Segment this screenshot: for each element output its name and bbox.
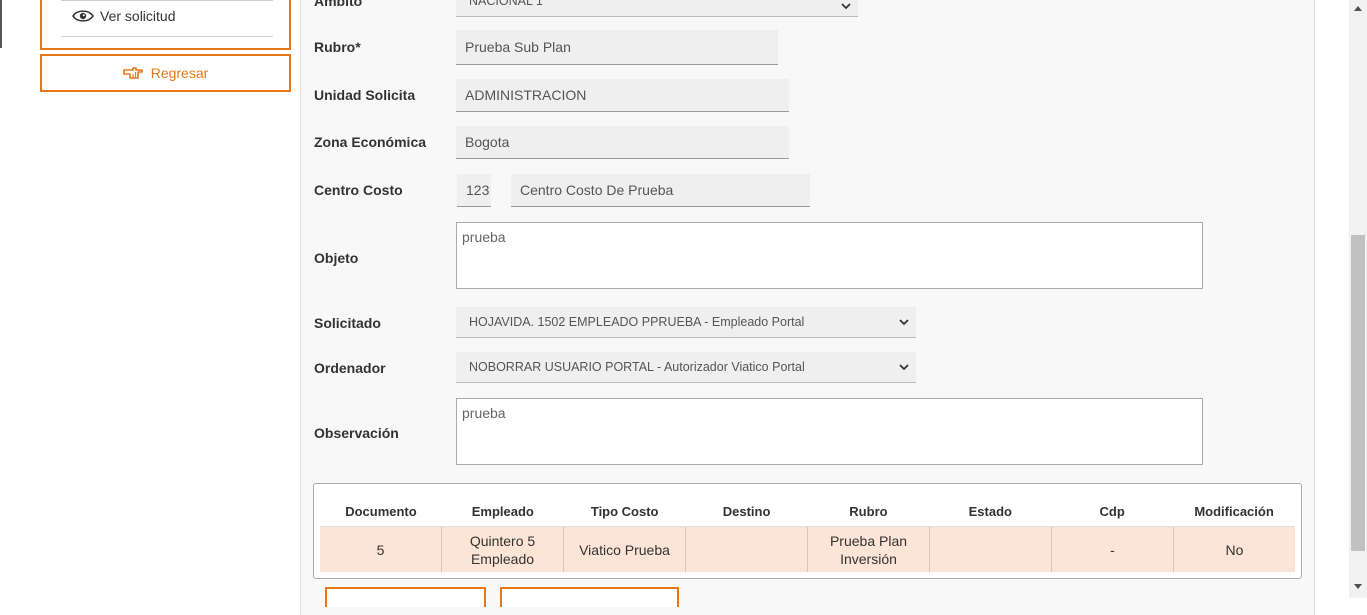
bottom-action-button[interactable]: [500, 587, 679, 607]
sidebar-actions-box: Ver solicitud: [40, 0, 291, 50]
cell-modificacion: No: [1225, 541, 1244, 558]
rubro-value: Prueba Sub Plan: [465, 39, 571, 55]
regresar-label: Regresar: [150, 65, 209, 81]
column-header-cdp[interactable]: Cdp: [1051, 497, 1174, 527]
cell-cdp: -: [1052, 527, 1174, 572]
window-edge: [0, 0, 2, 48]
cell-rubro: Prueba Plan Inversión: [808, 527, 930, 572]
centro-costo-code-field[interactable]: 123: [457, 174, 491, 207]
eye-icon: [72, 10, 94, 22]
observacion-label: Observación: [314, 425, 399, 441]
divider: [61, 0, 273, 1]
column-header-destino[interactable]: Destino: [685, 497, 808, 527]
page-scrollbar[interactable]: [1349, 0, 1367, 598]
centro-costo-code: 123: [466, 182, 490, 198]
column-header-tipo-costo[interactable]: Tipo Costo: [563, 497, 686, 527]
scroll-down-icon[interactable]: [1354, 584, 1362, 589]
cell-destino: [686, 527, 808, 572]
centro-costo-value: Centro Costo De Prueba: [520, 182, 674, 198]
observacion-value: prueba: [462, 405, 506, 421]
objeto-label: Objeto: [314, 250, 359, 266]
ambito-label: Ámbito: [314, 0, 363, 9]
chevron-down-icon: [841, 3, 851, 10]
rubro-label: Rubro*: [314, 39, 361, 55]
column-header-rubro[interactable]: Rubro: [807, 497, 930, 527]
centro-costo-name-field[interactable]: Centro Costo De Prueba: [511, 174, 810, 207]
table-header: Documento Empleado Tipo Costo Destino Ru…: [320, 497, 1295, 527]
scrollbar-thumb[interactable]: [1351, 235, 1365, 551]
solicitado-select[interactable]: HOJAVIDA. 1502 EMPLEADO PPRUEBA - Emplea…: [456, 307, 916, 338]
cell-documento: 5: [320, 527, 442, 572]
zona-field[interactable]: Bogota: [456, 126, 789, 159]
solicitado-label: Solicitado: [314, 315, 381, 331]
zona-value: Bogota: [465, 134, 510, 150]
cell-estado: [930, 527, 1052, 572]
ordenador-value: NOBORRAR USUARIO PORTAL - Autorizador Vi…: [469, 360, 805, 374]
zona-label: Zona Económica: [314, 134, 427, 150]
column-header-estado[interactable]: Estado: [929, 497, 1052, 527]
regresar-button[interactable]: Regresar: [40, 54, 291, 92]
unidad-label: Unidad Solicita: [314, 87, 416, 103]
solicitado-value: HOJAVIDA. 1502 EMPLEADO PPRUEBA - Emplea…: [469, 315, 805, 329]
chevron-down-icon: [899, 364, 909, 371]
scroll-up-icon[interactable]: [1354, 6, 1362, 11]
bottom-action-button[interactable]: [325, 587, 486, 607]
pointing-hand-icon: [122, 67, 143, 79]
column-header-documento[interactable]: Documento: [320, 497, 442, 527]
cell-tipo-costo: Viatico Prueba: [564, 527, 686, 572]
unidad-field[interactable]: ADMINISTRACION: [456, 79, 789, 112]
cell-empleado: Quintero 5 Empleado: [442, 527, 564, 572]
unidad-value: ADMINISTRACION: [465, 87, 587, 103]
ver-solicitud-label: Ver solicitud: [100, 8, 176, 24]
objeto-value: prueba: [462, 229, 506, 245]
table-row[interactable]: 5 Quintero 5 Empleado Viatico Prueba Pru…: [320, 527, 1295, 572]
chevron-down-icon: [899, 319, 909, 326]
ver-solicitud-link[interactable]: Ver solicitud: [72, 8, 175, 24]
column-header-empleado[interactable]: Empleado: [441, 497, 564, 527]
centro-costo-label: Centro Costo: [314, 182, 403, 198]
objeto-textarea[interactable]: prueba: [456, 222, 1203, 289]
ambito-value: NACIONAL 1: [469, 0, 543, 8]
column-header-modificacion[interactable]: Modificación: [1173, 497, 1295, 527]
observacion-textarea[interactable]: prueba: [456, 398, 1203, 465]
ambito-select[interactable]: NACIONAL 1: [456, 0, 858, 17]
divider: [61, 36, 273, 37]
ordenador-select[interactable]: NOBORRAR USUARIO PORTAL - Autorizador Vi…: [456, 352, 916, 383]
ordenador-label: Ordenador: [314, 360, 386, 376]
rubro-field[interactable]: Prueba Sub Plan: [456, 30, 778, 65]
